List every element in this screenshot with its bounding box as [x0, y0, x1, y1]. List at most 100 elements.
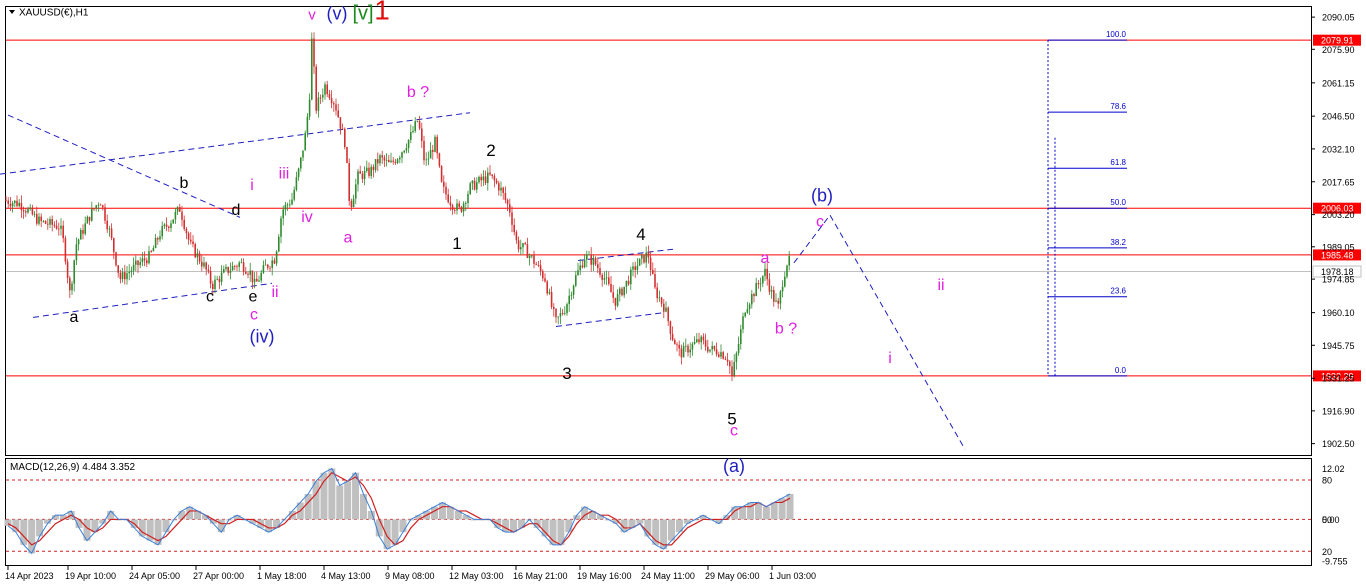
candle-body: [779, 291, 782, 304]
candle-body: [203, 262, 205, 267]
wave-label: c: [816, 213, 824, 230]
candle-body: [713, 346, 716, 350]
wave-label: e: [249, 288, 258, 305]
candle-body: [645, 252, 647, 263]
wave-label: 2: [486, 141, 495, 160]
candle-body: [425, 159, 427, 161]
candle-body: [75, 244, 78, 261]
candle-body: [458, 203, 460, 207]
candle-body: [577, 270, 579, 276]
candle-body: [31, 207, 34, 215]
candle-body: [654, 273, 656, 288]
candle-body: [368, 167, 370, 176]
candle-body: [304, 132, 306, 151]
candle-body: [665, 307, 667, 312]
candle-body: [137, 260, 139, 266]
candle-body: [366, 167, 368, 171]
candle-body: [363, 170, 366, 179]
candle-body: [220, 272, 223, 282]
macd-histogram-bar: [265, 519, 273, 533]
candle-body: [632, 266, 634, 270]
macd-histogram-bar: [312, 481, 320, 520]
candle-body: [124, 272, 126, 280]
wave-label: (v): [327, 4, 348, 24]
candle-body: [766, 268, 768, 280]
macd-tick-label: 0.00: [1322, 515, 1340, 525]
candle-body: [528, 255, 531, 258]
wave-label: 1: [374, 0, 390, 26]
candle-body: [29, 207, 31, 210]
macd-histogram-bar: [359, 493, 367, 520]
candle-body: [592, 258, 595, 265]
wave-label: 4: [636, 225, 645, 244]
candle-body: [324, 84, 326, 95]
wave-label: a: [70, 309, 79, 326]
y-tick-label: 2017.65: [1322, 177, 1355, 187]
candle-body: [526, 244, 529, 258]
candle-body: [95, 205, 97, 209]
candle-body: [27, 209, 29, 213]
candle-body: [623, 286, 625, 296]
candle-body: [315, 66, 317, 111]
macd-histogram-bar: [233, 515, 241, 520]
candle-body: [473, 180, 476, 190]
macd-histogram-bar: [502, 519, 510, 533]
candle-body: [599, 268, 601, 275]
candle-body: [225, 266, 227, 270]
candle-body: [590, 254, 592, 265]
candle-body: [533, 255, 535, 264]
candle-body: [49, 219, 51, 225]
macd-histogram-bar: [596, 515, 604, 520]
candle-body: [11, 203, 14, 207]
x-tick-label: 1 Jun 03:00: [769, 571, 816, 581]
candle-body: [597, 264, 599, 269]
candle-body: [264, 264, 267, 266]
candle-body: [350, 200, 353, 208]
macd-tick-label: -9.755: [1322, 556, 1348, 566]
candle-body: [634, 266, 636, 270]
y-tick-label: 2075.90: [1322, 45, 1355, 55]
candle-body: [489, 172, 491, 175]
candle-body: [361, 173, 364, 179]
candle-body: [542, 271, 544, 279]
candle-body: [214, 279, 216, 290]
candle-body: [583, 259, 586, 268]
candle-body: [293, 189, 295, 200]
macd-histogram-bar: [336, 485, 344, 520]
candle-body: [625, 280, 628, 287]
macd-histogram-bar: [320, 472, 328, 520]
candle-body: [412, 130, 414, 133]
candle-body: [341, 128, 344, 130]
candle-body: [674, 339, 676, 345]
macd-level-label: 80: [1322, 475, 1332, 485]
candle-body: [58, 228, 60, 230]
candle-body: [570, 294, 573, 296]
candle-body: [234, 266, 236, 267]
candle-body: [168, 226, 170, 228]
candle-body: [764, 268, 766, 277]
candle-body: [359, 171, 361, 174]
candle-body: [746, 309, 749, 313]
candle-body: [319, 97, 322, 99]
wave-label: v: [308, 7, 316, 24]
main-chart-title: XAUUSD(€),H1: [19, 8, 89, 19]
candle-body: [733, 361, 735, 376]
candle-body: [715, 349, 718, 355]
candle-body: [610, 283, 612, 293]
candle-body: [73, 260, 75, 284]
wave-label: ii: [271, 284, 278, 301]
candle-body: [170, 223, 172, 228]
candle-body: [456, 203, 458, 211]
candle-body: [663, 303, 665, 312]
candle-body: [64, 238, 67, 262]
candle-body: [20, 202, 23, 211]
candle-body: [240, 262, 243, 264]
x-tick-label: 24 May 11:00: [641, 571, 695, 581]
candle-body: [724, 358, 727, 360]
candle-body: [410, 132, 412, 140]
wave-label: d: [232, 202, 241, 219]
candle-body: [86, 216, 89, 224]
macd-histogram-bar: [644, 519, 652, 537]
candle-body: [51, 219, 53, 225]
candle-body: [696, 339, 698, 343]
